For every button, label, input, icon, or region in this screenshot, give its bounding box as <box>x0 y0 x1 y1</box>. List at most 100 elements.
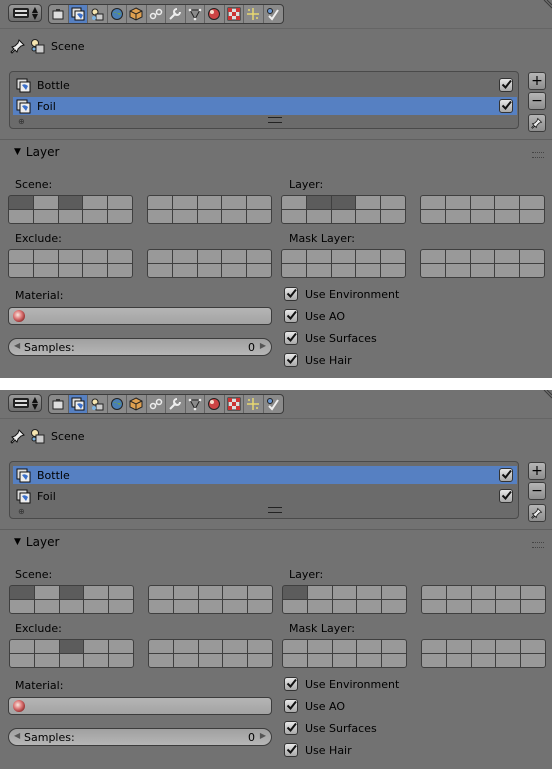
layer-toggle-cell[interactable] <box>331 250 356 263</box>
layer-toggle-cell[interactable] <box>198 586 223 599</box>
context-tab[interactable] <box>108 395 127 413</box>
layer-toggle-cell[interactable] <box>83 210 108 223</box>
layer-toggle-cell[interactable] <box>307 654 332 667</box>
layer-toggle-cell[interactable] <box>172 250 197 263</box>
layer-toggle-cell[interactable] <box>520 264 544 277</box>
editor-type-menu[interactable]: ▲ ▼ <box>8 394 42 412</box>
context-tab[interactable] <box>108 5 127 23</box>
layer-toggle-cell[interactable] <box>223 600 248 613</box>
layer-toggle-cell[interactable] <box>471 640 496 653</box>
layer-toggle-cell[interactable] <box>521 600 545 613</box>
layer-toggle-cell[interactable] <box>357 640 382 653</box>
layer-toggle-cell[interactable] <box>496 640 521 653</box>
layer-toggle-cell[interactable] <box>198 640 223 653</box>
context-tab[interactable] <box>225 5 244 23</box>
context-tab[interactable] <box>205 5 225 23</box>
context-tab[interactable] <box>205 395 225 413</box>
context-tab[interactable] <box>49 5 69 23</box>
layer-toggle-cell[interactable] <box>520 250 544 263</box>
context-tab[interactable] <box>127 395 147 413</box>
list-item[interactable]: Foil <box>13 487 517 505</box>
layer-toggle-cell[interactable] <box>307 600 332 613</box>
layer-toggle-cell[interactable] <box>282 210 306 223</box>
layer-toggle-cell[interactable] <box>223 640 248 653</box>
layer-toggle-cell[interactable] <box>33 250 58 263</box>
layer-toggle-cell[interactable] <box>84 586 109 599</box>
layer-toggle-cell[interactable] <box>331 196 356 209</box>
layer-toggle-cell[interactable] <box>283 600 307 613</box>
layer-toggle-cell[interactable] <box>108 210 132 223</box>
list-resize-grip[interactable] <box>268 117 282 123</box>
layer-toggle-cell[interactable] <box>357 600 382 613</box>
layer-toggle-cell[interactable] <box>34 640 59 653</box>
layer-toggle-cell[interactable] <box>283 640 307 653</box>
layer-enabled-checkbox[interactable] <box>499 489 513 503</box>
use-environment-option[interactable]: Use Environment <box>284 675 399 693</box>
layer-toggle-cell[interactable] <box>307 586 332 599</box>
layer-toggle-cell[interactable] <box>446 640 471 653</box>
layer-toggle-cell[interactable] <box>59 640 84 653</box>
layer-toggle-cell[interactable] <box>421 264 445 277</box>
layer-toggle-cell[interactable] <box>495 264 520 277</box>
samples-field[interactable]: ◀ Samples: 0 ▶ <box>8 338 272 356</box>
layer-toggle-cell[interactable] <box>445 196 470 209</box>
layer-toggle-cell[interactable] <box>306 264 331 277</box>
layer-toggle-cell[interactable] <box>198 654 223 667</box>
layer-section-header[interactable]: ▼ Layer <box>14 145 59 159</box>
layer-toggle-cell[interactable] <box>109 640 133 653</box>
layer-toggle-cell[interactable] <box>84 654 109 667</box>
layer-toggle-cell[interactable] <box>521 586 545 599</box>
context-tab[interactable] <box>68 395 88 413</box>
layer-toggle-cell[interactable] <box>109 654 133 667</box>
layer-toggle-cell[interactable] <box>282 264 306 277</box>
layer-toggle-cell[interactable] <box>282 250 306 263</box>
layer-toggle-cell[interactable] <box>59 600 84 613</box>
layer-toggle-cell[interactable] <box>197 210 222 223</box>
checkbox[interactable] <box>284 699 298 713</box>
area-split-corner-icon[interactable] <box>542 0 552 10</box>
layer-toggle-cell[interactable] <box>172 264 197 277</box>
layer-toggle-cell[interactable] <box>521 640 545 653</box>
layer-toggle-cell[interactable] <box>197 196 222 209</box>
samples-field[interactable]: ◀ Samples: 0 ▶ <box>8 728 272 746</box>
list-grow-icon[interactable]: ⊕ <box>18 507 25 516</box>
layer-toggle-cell[interactable] <box>470 250 495 263</box>
layer-toggle-cell[interactable] <box>495 196 520 209</box>
layer-toggle-cell[interactable] <box>248 640 272 653</box>
layer-toggle-cell[interactable] <box>149 654 173 667</box>
layer-toggle-cell[interactable] <box>421 210 445 223</box>
add-layer-button[interactable]: + <box>528 72 546 90</box>
layer-toggle-cell[interactable] <box>332 600 357 613</box>
layer-toggle-cell[interactable] <box>148 196 172 209</box>
layer-toggle-cell[interactable] <box>9 250 33 263</box>
checkbox[interactable] <box>284 743 298 757</box>
material-field[interactable] <box>8 307 272 325</box>
decrement-arrow-icon[interactable]: ◀ <box>14 731 20 740</box>
remove-layer-button[interactable]: − <box>528 482 546 500</box>
layer-toggle-cell[interactable] <box>382 654 406 667</box>
layer-toggle-cell[interactable] <box>446 586 471 599</box>
layer-toggle-cell[interactable] <box>445 210 470 223</box>
context-tab[interactable] <box>127 5 147 23</box>
area-split-corner-icon[interactable] <box>542 390 552 400</box>
context-tab[interactable] <box>244 395 264 413</box>
layer-toggle-cell[interactable] <box>172 196 197 209</box>
layer-toggle-cell[interactable] <box>248 586 272 599</box>
list-item[interactable]: Bottle <box>13 466 517 484</box>
layer-toggle-cell[interactable] <box>108 196 132 209</box>
layer-toggle-cell[interactable] <box>149 586 173 599</box>
layer-toggle-cell[interactable] <box>173 640 198 653</box>
checkbox[interactable] <box>284 353 298 367</box>
layer-toggle-cell[interactable] <box>422 640 446 653</box>
layer-toggle-cell[interactable] <box>496 654 521 667</box>
layer-toggle-cell[interactable] <box>471 586 496 599</box>
layer-toggle-cell[interactable] <box>520 210 544 223</box>
use-surfaces-option[interactable]: Use Surfaces <box>284 719 377 737</box>
layer-toggle-cell[interactable] <box>59 586 84 599</box>
layer-toggle-cell[interactable] <box>149 600 173 613</box>
checkbox[interactable] <box>284 309 298 323</box>
context-tab[interactable] <box>244 5 264 23</box>
context-tab[interactable] <box>186 5 205 23</box>
increment-arrow-icon[interactable]: ▶ <box>260 731 266 740</box>
layer-toggle-cell[interactable] <box>471 654 496 667</box>
